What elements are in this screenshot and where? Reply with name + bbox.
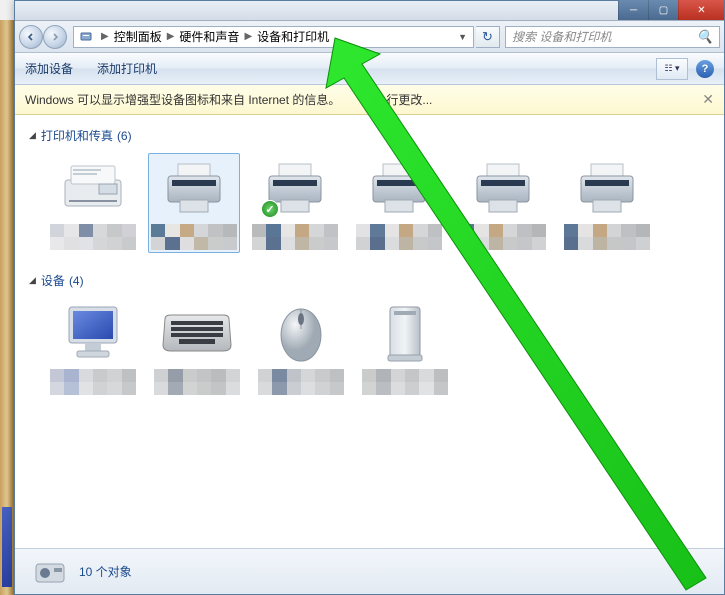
fax-icon — [57, 156, 129, 220]
item-label — [50, 224, 136, 250]
item-label — [258, 369, 344, 395]
default-check-icon: ✓ — [261, 200, 279, 218]
device-item[interactable] — [148, 153, 240, 253]
collapse-icon: ◢ — [29, 130, 36, 141]
group-devices-header[interactable]: ◢ 设备 (4) — [29, 268, 710, 293]
group-devices-label: 设备 — [41, 272, 65, 289]
titlebar[interactable]: ─ ▢ ✕ — [15, 1, 724, 21]
group-printers-label: 打印机和传真 — [41, 127, 113, 144]
minimize-button[interactable]: ─ — [618, 0, 648, 20]
device-item[interactable] — [255, 301, 347, 395]
search-placeholder: 搜索 设备和打印机 — [512, 28, 611, 45]
device-item[interactable] — [151, 301, 243, 395]
device-item[interactable] — [47, 156, 139, 250]
maximize-button[interactable]: ▢ — [648, 0, 678, 20]
printer-icon — [363, 156, 435, 220]
refresh-button[interactable]: ↻ — [476, 26, 500, 48]
device-item[interactable] — [359, 301, 451, 395]
add-printer-button[interactable]: 添加打印机 — [97, 60, 157, 77]
item-label — [154, 369, 240, 395]
status-count-text: 10 个对象 — [79, 563, 132, 580]
view-options-button[interactable]: ☷ ▾ — [656, 58, 688, 80]
group-printers-header[interactable]: ◢ 打印机和传真 (6) — [29, 123, 710, 148]
device-item[interactable] — [353, 156, 445, 250]
device-item[interactable] — [47, 301, 139, 395]
chevron-right-icon: ▶ — [164, 31, 178, 42]
drive-icon — [369, 301, 441, 365]
content-area: ◢ 打印机和传真 (6) ✓ — [15, 115, 724, 560]
background-strip — [0, 20, 14, 595]
item-label — [460, 224, 546, 250]
add-device-button[interactable]: 添加设备 — [25, 60, 73, 77]
printer-icon — [571, 156, 643, 220]
window-controls: ─ ▢ ✕ — [618, 0, 724, 20]
back-button[interactable] — [19, 25, 43, 49]
printers-row: ✓ — [29, 148, 710, 268]
item-label — [564, 224, 650, 250]
mouse-icon — [265, 301, 337, 365]
collapse-icon: ◢ — [29, 275, 36, 286]
infobar-close-button[interactable]: ✕ — [702, 91, 714, 108]
location-icon — [78, 29, 94, 45]
keyboard-icon — [161, 301, 233, 365]
chevron-right-icon: ▶ — [241, 31, 255, 42]
help-button[interactable]: ? — [696, 60, 714, 78]
item-label — [50, 369, 136, 395]
item-label — [151, 224, 237, 250]
close-button[interactable]: ✕ — [678, 0, 724, 20]
printer-icon — [158, 156, 230, 220]
forward-button[interactable] — [43, 25, 67, 49]
item-label — [362, 369, 448, 395]
crumb-hardware-sound[interactable]: 硬件和声音 — [177, 28, 241, 45]
status-bar: 10 个对象 — [15, 548, 724, 594]
info-text-b: 行更改... — [386, 91, 432, 108]
breadcrumb-bar[interactable]: ▶ 控制面板 ▶ 硬件和声音 ▶ 设备和打印机 ▼ — [73, 26, 474, 48]
printer-icon — [467, 156, 539, 220]
search-input[interactable]: 搜索 设备和打印机 🔍 — [505, 26, 720, 48]
status-device-icon — [31, 554, 69, 590]
devices-row — [29, 293, 710, 413]
crumb-control-panel[interactable]: 控制面板 — [112, 28, 164, 45]
monitor-icon — [57, 301, 129, 365]
info-text: Windows 可以显示增强型设备图标和来自 Internet 的信息。 — [25, 91, 340, 108]
group-devices-count: (4) — [69, 274, 84, 288]
address-dropdown-icon[interactable]: ▼ — [456, 32, 469, 42]
info-bar: Windows 可以显示增强型设备图标和来自 Internet 的信息。 行更改… — [15, 85, 724, 115]
chevron-right-icon: ▶ — [98, 31, 112, 42]
crumb-devices-printers[interactable]: 设备和打印机 — [255, 28, 331, 45]
address-bar-row: ▶ 控制面板 ▶ 硬件和声音 ▶ 设备和打印机 ▼ ↻ 搜索 设备和打印机 🔍 — [15, 21, 724, 53]
device-item[interactable] — [561, 156, 653, 250]
nav-buttons — [19, 25, 67, 49]
search-icon: 🔍 — [697, 29, 713, 45]
toolbar: 添加设备 添加打印机 ☷ ▾ ? — [15, 53, 724, 85]
device-item[interactable] — [457, 156, 549, 250]
explorer-window: ─ ▢ ✕ ▶ 控制面板 ▶ 硬件和声音 ▶ 设备和打印机 ▼ ↻ 搜索 设备和… — [14, 0, 725, 595]
group-printers-count: (6) — [117, 129, 132, 143]
printer-icon: ✓ — [259, 156, 331, 220]
item-label — [356, 224, 442, 250]
device-item[interactable]: ✓ — [249, 156, 341, 250]
item-label — [252, 224, 338, 250]
